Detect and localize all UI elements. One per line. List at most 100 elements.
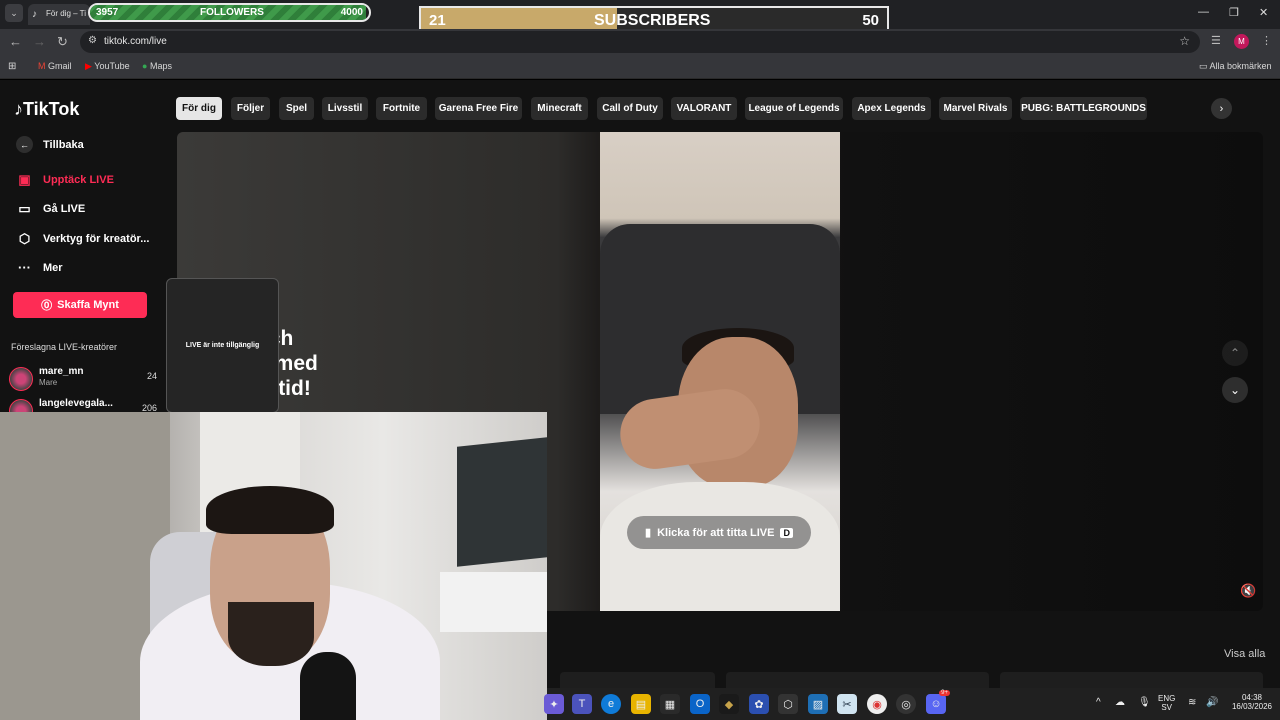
tab-valorant[interactable]: VALORANT [671,97,737,120]
see-all-link[interactable]: Visa alla [1224,648,1265,660]
obs-icon[interactable]: ◎ [896,694,916,714]
onedrive-icon[interactable]: ☁ [1115,697,1125,708]
site-info-icon[interactable]: ⚙ [88,35,97,46]
signal-bars-icon: ▮ [645,527,652,539]
microphone [300,652,356,720]
tiktok-logo[interactable]: ♪TikTok [14,99,79,120]
store-icon[interactable]: ▦ [660,694,680,714]
followers-current: 3957 [96,7,119,18]
gmail-icon: M [38,61,46,71]
microphone-icon[interactable]: 🎙 [1138,697,1151,708]
bookmarks-bar: ⊞ M Gmail ▶ YouTube ● Maps ▭ Alla bokmär… [0,55,1280,79]
avatar [9,367,33,391]
live-card[interactable] [726,672,989,688]
address-bar[interactable]: ⚙ tiktok.com/live ☆ [80,31,1200,53]
chevron-right-icon[interactable]: › [1211,98,1232,119]
tab-title: För dig – Ti [46,9,87,18]
teams-icon[interactable]: T [572,694,592,714]
url-text: tiktok.com/live [104,36,167,47]
tab-games[interactable]: Spel [279,97,314,120]
tab-call-of-duty[interactable]: Call of Duty [597,97,663,120]
tab-search-button[interactable]: ⌄ [5,4,23,22]
tab-lifestyle[interactable]: Livsstil [322,97,368,120]
maps-pin-icon: ● [142,61,148,71]
sidebar-item-go-live[interactable]: ▭ Gå LIVE [16,201,85,217]
watch-live-button[interactable]: ▮ Klicka för att titta LIVE D [627,516,811,549]
wifi-icon[interactable]: ≋ [1188,697,1196,708]
photos-icon[interactable]: ▨ [808,694,828,714]
suggested-creators-title: Föreslagna LIVE-kreatörer [11,342,118,352]
tab-for-you[interactable]: För dig [176,97,222,120]
chevron-up-icon[interactable]: ⌃ [1222,340,1248,366]
back-label: Tillbaka [43,138,84,151]
followers-goal: 4000 [340,7,363,18]
webcam-overlay [0,412,547,720]
bookmark-youtube[interactable]: ▶ YouTube [85,61,130,72]
live-tv-icon: ▣ [18,172,31,187]
browser-tab[interactable]: ♪ För dig – Ti [28,4,90,25]
back-arrow-icon[interactable]: ← [9,34,22,49]
discord-icon[interactable]: ☺ 9+ [926,690,950,714]
followers-goal-bar: 3957 FOLLOWERS 4000 [88,3,371,22]
edge-icon[interactable]: e [601,694,621,714]
tab-garena-free-fire[interactable]: Garena Free Fire [435,97,522,120]
address-toolbar: ← → ↻ ⚙ tiktok.com/live ☆ ☰ M ⋮ [0,29,1280,55]
minimize-icon[interactable]: — [1198,6,1209,18]
bookmark-gmail[interactable]: M Gmail [38,61,72,71]
app-cube-icon[interactable]: ⬡ [778,694,798,714]
back-arrow-icon: ← [16,136,33,153]
creator-tools-icon: ⬡ [18,231,31,246]
more-dots-icon: ··· [18,260,31,275]
live-card[interactable] [560,672,715,688]
webcam-beard [228,602,314,666]
live-stream-preview[interactable]: ▮ Klicka för att titta LIVE D [600,132,840,611]
webcam-cabinet [440,572,547,632]
snipping-tool-icon[interactable]: ✂ [837,694,857,714]
camera-icon: ▭ [18,201,31,216]
tab-fortnite[interactable]: Fortnite [376,97,427,120]
profile-avatar[interactable]: M [1234,34,1249,49]
tab-following[interactable]: Följer [231,97,270,120]
all-bookmarks-button[interactable]: ▭ Alla bokmärken [1199,61,1272,72]
outlook-icon[interactable]: O [690,694,710,714]
tab-league-of-legends[interactable]: League of Legends [745,97,843,120]
sidebar-item-discover-live[interactable]: ▣ Upptäck LIVE [16,172,114,188]
webcam-tv [457,437,547,567]
volume-icon[interactable]: 🔊 [1206,697,1218,708]
reload-icon[interactable]: ↻ [57,34,68,50]
kebab-menu-icon[interactable]: ⋮ [1261,34,1272,47]
reading-list-icon[interactable]: ☰ [1211,34,1221,47]
live-card[interactable] [1000,672,1263,688]
close-window-icon[interactable]: ✕ [1259,6,1268,19]
tab-marvel-rivals[interactable]: Marvel Rivals [939,97,1012,120]
back-button[interactable]: ← Tillbaka [16,136,84,153]
sidebar-item-more[interactable]: ··· Mer [16,260,63,275]
tab-pubg[interactable]: PUBG: BATTLEGROUNDS [1020,97,1147,120]
tab-minecraft[interactable]: Minecraft [531,97,588,120]
forward-arrow-icon[interactable]: → [33,34,46,49]
file-explorer-icon[interactable]: ▤ [631,694,651,714]
tab-apex-legends[interactable]: Apex Legends [852,97,931,120]
youtube-icon: ▶ [85,61,92,71]
creator-item[interactable]: mare_mn Mare 24 [9,366,159,392]
sidebar-item-creator-tools[interactable]: ⬡ Verktyg för kreatör... [16,231,150,247]
tray-expand-icon[interactable]: ^ [1096,697,1101,708]
language-indicator[interactable]: ENG SV [1158,694,1175,712]
folder-icon: ▭ [1199,61,1208,71]
tiktok-note-icon: ♪ [14,99,23,119]
maximize-icon[interactable]: ❐ [1229,6,1239,19]
m365-icon[interactable]: ✿ [749,694,769,714]
chrome-icon[interactable]: ◉ [867,694,887,714]
chevron-down-icon[interactable]: ⌄ [1222,377,1248,403]
vpn-shield-icon[interactable]: ◆ [719,694,739,714]
get-coins-button[interactable]: ⓪ Skaffa Mynt [13,292,147,318]
keyboard-shortcut-badge: D [780,527,793,538]
coin-icon: ⓪ [41,300,53,312]
bookmark-maps[interactable]: ● Maps [142,61,172,71]
clock[interactable]: 04:38 16/03/2026 [1222,693,1280,711]
copilot-icon[interactable]: ✦ [544,694,564,714]
tiktok-favicon-icon: ♪ [32,9,37,20]
mute-icon[interactable]: 🔇 [1240,583,1256,599]
bookmark-star-icon[interactable]: ☆ [1179,34,1190,48]
apps-grid-icon[interactable]: ⊞ [8,61,16,72]
